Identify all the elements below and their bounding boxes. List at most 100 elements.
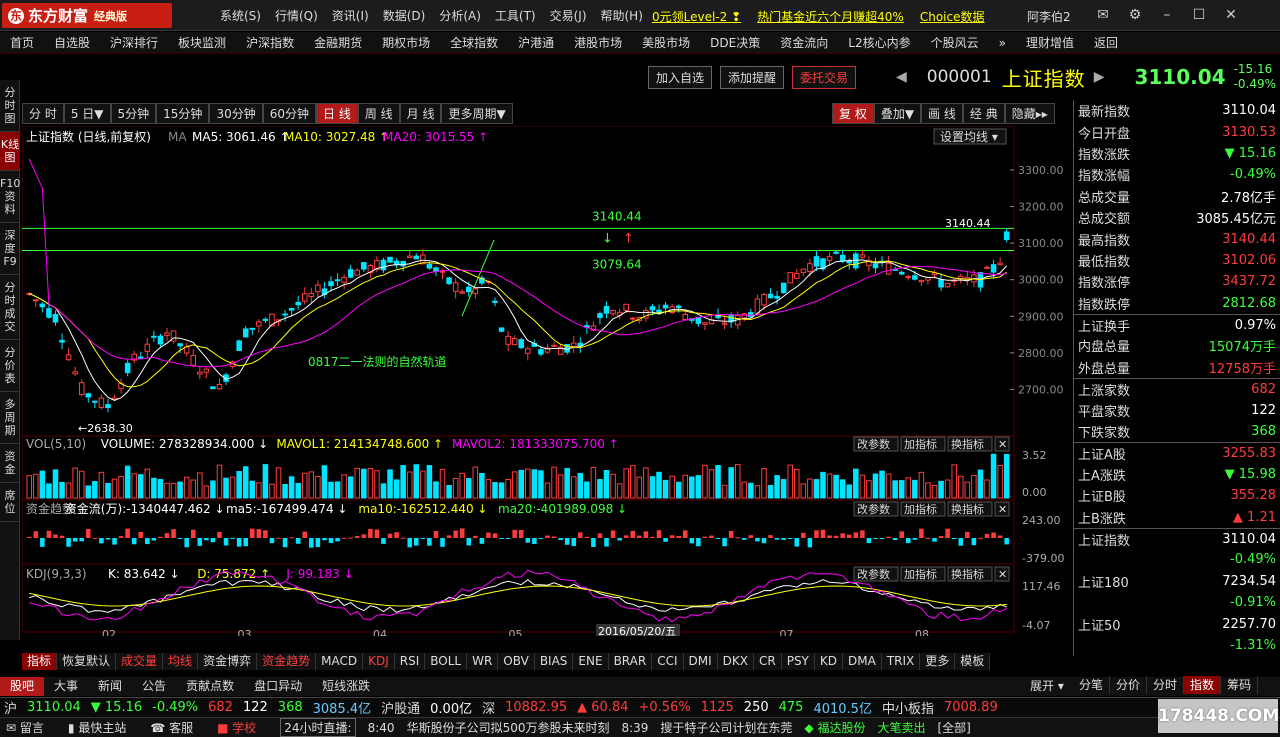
nav-item[interactable]: 板块监测 [168,34,236,51]
promo-link[interactable]: 0元领Level-2 ❢ [652,8,741,25]
chart-area[interactable]: 上证指数 (日线,前复权) MA MA5: 3061.46 ↑ MA10: 3027.… [21,125,1068,641]
news-tab[interactable]: 大事 [44,677,88,696]
indicator-tab[interactable]: ENE [573,653,609,670]
leftnav-item[interactable]: K线图 [0,132,20,171]
menu-item[interactable]: 行情(Q) [275,7,318,24]
nav-item[interactable]: 全球指数 [440,34,508,51]
alert-stock[interactable]: ◆ 福达股份 [804,719,865,736]
indicator-tab[interactable]: 更多 [920,653,956,670]
nav-item[interactable]: 首页 [0,34,44,51]
nav-item[interactable]: 美股市场 [632,34,700,51]
news-item-2[interactable]: 搜于特子公司计划在东莞 [660,719,792,736]
news-tab[interactable]: 公告 [132,677,176,696]
indicator-tab[interactable]: RSI [395,653,426,670]
expand-button[interactable]: 展开 ▾ [1030,677,1064,696]
prev-arrow-icon[interactable]: ◀ [896,69,907,85]
next-arrow-icon[interactable]: ▶ [1094,69,1105,85]
promo-link[interactable]: Choice数据 [920,8,985,25]
period-tab[interactable]: 分 时 [22,103,64,124]
maximize-icon[interactable]: ☐ [1186,4,1212,26]
all-alerts-link[interactable]: [全部] [938,719,971,736]
indicator-tab[interactable]: KDJ [363,653,395,670]
indicator-tab[interactable]: DKX [718,653,754,670]
leftnav-item[interactable]: 分价表 [0,340,20,392]
indicator-tab[interactable]: BIAS [535,653,574,670]
indicator-tab[interactable]: 均线 [163,653,199,670]
username[interactable]: 阿李伯2 [1027,8,1071,25]
chart-tool-tab[interactable]: 隐藏▸▸ [1004,103,1055,124]
chart-tool-tab[interactable]: 叠加▼ [873,103,922,124]
indicator-tab[interactable]: DMA [843,653,882,670]
period-tab[interactable]: 周 线 [357,103,400,124]
server-link[interactable]: ▮ 最快主站 [68,719,138,736]
leftnav-item[interactable]: 资金 [0,444,20,483]
nav-item[interactable]: 个股风云 [921,34,989,51]
period-tab[interactable]: 60分钟 [262,103,316,124]
nav-item[interactable]: 沪港通 [508,34,564,51]
nav-item[interactable]: 金融期货 [304,34,372,51]
nav-item[interactable]: DDE决策 [700,34,770,51]
chart-tool-tab[interactable]: 复 权 [832,103,874,124]
chart-tool-tab[interactable]: 经 典 [962,103,1005,124]
indicator-tab[interactable]: 恢复默认 [57,653,117,670]
leftnav-item[interactable]: 多周期 [0,392,20,444]
menu-item[interactable]: 帮助(H) [601,7,643,24]
period-tab[interactable]: 30分钟 [209,103,263,124]
menu-item[interactable]: 交易(J) [550,7,587,24]
period-tab[interactable]: 5分钟 [110,103,157,124]
period-tab[interactable]: 15分钟 [156,103,210,124]
add-alert-button[interactable]: 添加提醒 [720,66,785,89]
index-row[interactable]: 上证指数 3110.04 [1074,527,1280,549]
support-link[interactable]: ☎ 客服 [150,719,205,736]
nav-item[interactable]: 港股市场 [564,34,632,51]
close-icon[interactable]: ✕ [1218,4,1244,26]
index-row[interactable]: 上证50 2257.70 [1074,613,1280,634]
right-bottom-tab[interactable]: 筹码 [1221,676,1259,694]
period-tab[interactable]: 月 线 [399,103,442,124]
indicator-tab[interactable]: 指标 [22,653,58,670]
add-watchlist-button[interactable]: 加入自选 [648,66,713,89]
right-bottom-tab[interactable]: 分价 [1110,676,1148,694]
indicator-tab[interactable]: 资金博弈 [198,653,258,670]
indicator-tab[interactable]: MACD [316,653,364,670]
right-bottom-tab[interactable]: 指数 [1184,676,1222,694]
leftnav-item[interactable]: F10资料 [0,171,20,223]
period-tab[interactable]: 5 日▼ [63,103,111,124]
nav-item[interactable]: 自选股 [44,34,100,51]
period-tab[interactable]: 更多周期▼ [441,103,513,124]
nav-item[interactable]: 返回 [1084,34,1128,51]
indicator-tab[interactable]: CR [754,653,782,670]
mail-icon[interactable]: ✉ [1090,4,1116,26]
indicator-tab[interactable]: 模板 [955,653,991,670]
message-link[interactable]: ✉ 留言 [6,719,56,736]
right-bottom-tab[interactable]: 分笔 [1073,676,1111,694]
leftnav-item[interactable]: 分时成交 [0,275,20,340]
nav-item[interactable]: 沪深指数 [236,34,304,51]
gear-icon[interactable]: ⚙ [1122,4,1148,26]
nav-item[interactable]: » [989,36,1016,50]
news-tab[interactable]: 股吧 [0,677,45,696]
indicator-tab[interactable]: OBV [498,653,535,670]
menu-item[interactable]: 工具(T) [495,7,536,24]
indicator-tab[interactable]: BRAR [609,653,653,670]
indicator-tab[interactable]: CCI [652,653,684,670]
right-bottom-tab[interactable]: 分时 [1147,676,1185,694]
news-tab[interactable]: 贡献点数 [176,677,244,696]
nav-item[interactable]: L2核心内参 [838,34,920,51]
leftnav-item[interactable]: 席位 [0,483,20,522]
indicator-tab[interactable]: BOLL [425,653,468,670]
indicator-tab[interactable]: 成交量 [116,653,164,670]
indicator-tab[interactable]: WR [467,653,499,670]
indicator-tab[interactable]: PSY [782,653,815,670]
nav-item[interactable]: 期权市场 [372,34,440,51]
nav-item[interactable]: 理财增值 [1016,34,1084,51]
leftnav-item[interactable]: 分时图 [0,80,20,132]
promo-link[interactable]: 热门基金近六个月赚超40% [757,8,904,25]
live-label[interactable]: 24小时直播: [280,718,356,737]
menu-item[interactable]: 分析(A) [439,7,481,24]
nav-item[interactable]: 沪深排行 [100,34,168,51]
news-item-1[interactable]: 华斯股份子公司拟500万参股未来时刻 [407,719,610,736]
kline-chart[interactable]: 上证指数 (日线,前复权) MA MA5: 3061.46 ↑MA10: 3027.… [21,125,1068,641]
menu-item[interactable]: 系统(S) [220,7,261,24]
trade-button[interactable]: 委托交易 [792,66,857,89]
